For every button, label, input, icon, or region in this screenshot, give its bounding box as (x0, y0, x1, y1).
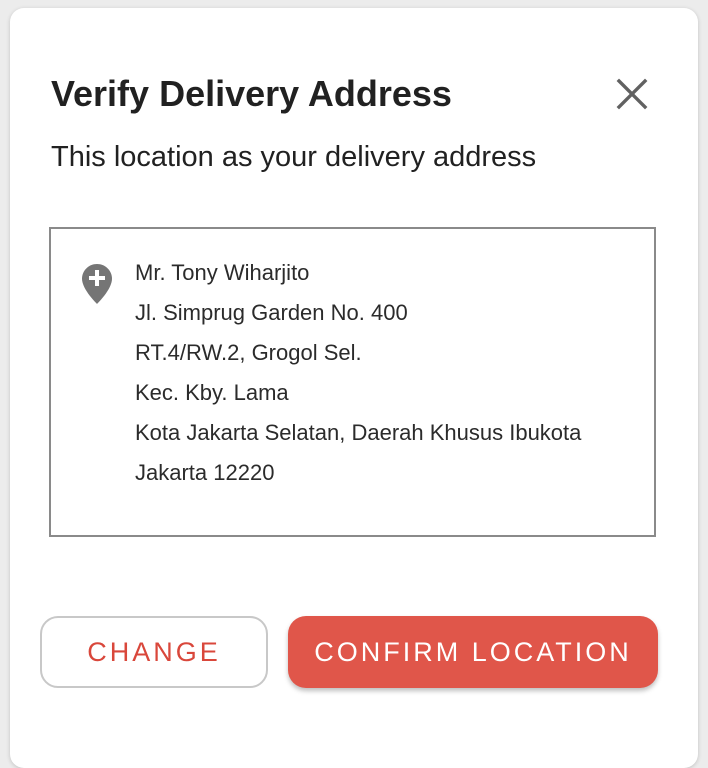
change-button[interactable]: CHANGE (40, 616, 268, 688)
dialog-title: Verify Delivery Address (51, 73, 452, 114)
address-line: Jakarta 12220 (135, 460, 275, 485)
verify-address-dialog: Verify Delivery Address This location as… (10, 8, 698, 768)
address-lines: Mr. Tony Wiharjito Jl. Simprug Garden No… (135, 253, 581, 493)
address-line: Jl. Simprug Garden No. 400 (135, 300, 408, 325)
confirm-location-button[interactable]: CONFIRM LOCATION (288, 616, 658, 688)
address-line: Kota Jakarta Selatan, Daerah Khusus Ibuk… (135, 420, 582, 445)
address-line: Kec. Kby. Lama (135, 380, 289, 405)
location-pin-icon (81, 263, 113, 305)
address-line: RT.4/RW.2, Grogol Sel. (135, 340, 362, 365)
close-icon[interactable] (614, 76, 650, 112)
address-card: Mr. Tony Wiharjito Jl. Simprug Garden No… (49, 227, 656, 537)
dialog-subtitle: This location as your delivery address (51, 141, 537, 173)
address-line: Mr. Tony Wiharjito (135, 260, 310, 285)
